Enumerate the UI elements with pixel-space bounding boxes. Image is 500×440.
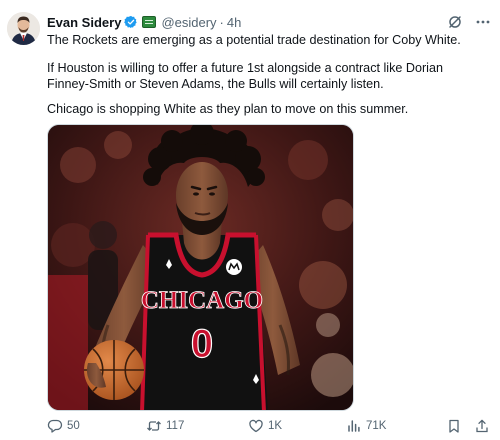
repost-button[interactable]: 117 [146,416,184,436]
view-count: 71K [366,420,387,432]
views-button[interactable]: 71K [346,416,386,436]
tweet-text-paragraph-2: If Houston is willing to offer a future … [47,61,443,91]
avatar[interactable] [7,12,40,45]
tweet[interactable]: Evan Sidery @esidery · 4h The Rockets ar… [0,0,500,440]
tweet-photo[interactable]: CHICAGO 0 [47,124,354,411]
tweet-text-paragraph-3: Chicago is shopping White as they plan t… [47,102,409,116]
grok-icon[interactable] [447,14,463,30]
jersey-text: CHICAGO [141,287,263,314]
like-count: 1K [268,420,283,432]
action-bar: 50 117 1K 71K [0,416,500,436]
affiliate-badge-icon[interactable] [142,16,157,28]
jersey-number: 0 [191,322,213,366]
repost-count: 117 [166,420,185,432]
separator-dot: · [219,14,224,30]
post-time[interactable]: 4h [227,15,241,30]
photo-illustration: CHICAGO 0 [48,125,353,410]
tweet-text-paragraph-1: The Rockets are emerging as a potential … [47,33,461,47]
author-handle[interactable]: @esidery [161,15,216,30]
bookmark-button[interactable] [446,416,466,436]
share-icon [476,419,488,433]
share-button[interactable] [474,416,494,436]
bookmark-icon [449,419,459,433]
like-icon [249,419,263,433]
like-button[interactable]: 1K [248,416,282,436]
reply-count: 50 [67,420,80,432]
tweet-header: Evan Sidery @esidery · 4h [47,13,241,31]
author-name[interactable]: Evan Sidery [47,15,121,30]
repost-icon [147,421,161,431]
verified-badge-icon[interactable] [124,15,138,29]
more-icon[interactable] [474,13,492,31]
views-icon [348,420,360,432]
reply-button[interactable]: 50 [47,416,80,436]
reply-icon [47,419,63,433]
